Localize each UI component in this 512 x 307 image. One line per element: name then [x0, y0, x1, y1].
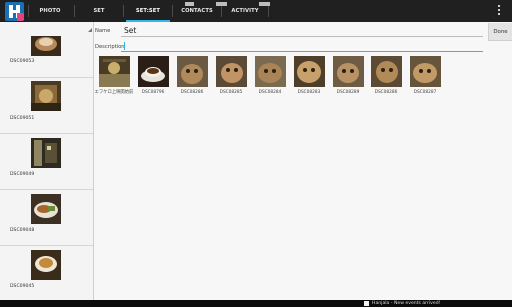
photo-tile[interactable] — [99, 56, 130, 87]
photo-caption: DSC08289 — [336, 90, 360, 95]
photo-thumbnail — [31, 36, 61, 56]
photo-thumbnail — [31, 138, 61, 168]
photo-caption: DSC08287 — [413, 90, 437, 95]
back-icon[interactable] — [185, 2, 194, 6]
photo-caption: DSC08283 — [297, 90, 321, 95]
app-window: PHOTO STREAM SET SET:SET CONTACTS ACTIVI… — [0, 0, 512, 307]
photo-list-sidebar[interactable]: DSC09053 DSC09051 DSC09049 DSC09048 DSC0… — [0, 22, 94, 300]
list-item[interactable]: DSC09048 — [0, 190, 93, 246]
photo-caption: エフケロ上映開始前 — [94, 90, 134, 95]
photo-tile[interactable] — [255, 56, 286, 87]
photo-thumbnail — [31, 250, 61, 280]
list-item-caption: DSC09045 — [10, 284, 35, 289]
tab-set-set[interactable]: SET:SET — [124, 0, 172, 22]
name-field-underline — [121, 36, 483, 37]
photo-tile[interactable] — [410, 56, 441, 87]
list-item[interactable]: DSC09049 — [0, 134, 93, 190]
photo-tile[interactable] — [216, 56, 247, 87]
done-button[interactable]: Done — [488, 23, 512, 41]
tab-set[interactable]: SET — [75, 0, 123, 22]
photo-tile[interactable] — [371, 56, 402, 87]
list-item-caption: DSC09053 — [10, 59, 35, 64]
photo-tile[interactable] — [294, 56, 325, 87]
list-item[interactable]: DSC09053 — [0, 22, 93, 78]
notification-text[interactable]: Hanjala - New events arrived! — [372, 301, 440, 306]
description-field[interactable] — [121, 51, 483, 52]
photo-caption: DSC08286 — [374, 90, 398, 95]
recent-apps-icon[interactable] — [259, 2, 270, 6]
list-item-caption: DSC09049 — [10, 172, 35, 177]
list-item-caption: DSC09048 — [10, 228, 35, 233]
name-field[interactable]: Set — [124, 26, 136, 35]
tab-photo-stream[interactable]: PHOTO STREAM — [29, 0, 71, 36]
description-field-cursor — [124, 42, 125, 50]
overflow-menu-icon[interactable] — [498, 5, 501, 17]
description-label: Description — [95, 44, 125, 50]
app-logo-icon[interactable] — [5, 2, 24, 21]
photo-thumbnail — [31, 81, 61, 111]
corner-indicator-icon — [88, 28, 92, 32]
photo-tile[interactable] — [138, 56, 169, 87]
notification-icon — [364, 301, 369, 306]
photo-tile[interactable] — [177, 56, 208, 87]
tab-contacts[interactable]: CONTACTS — [173, 0, 221, 22]
action-bar: PHOTO STREAM SET SET:SET CONTACTS ACTIVI… — [0, 0, 512, 36]
name-label: Name — [95, 28, 111, 34]
photo-thumbnail — [31, 194, 61, 224]
photo-caption: DSC08286 — [180, 90, 204, 95]
home-icon[interactable] — [216, 2, 227, 6]
list-item-caption: DSC09051 — [10, 116, 35, 121]
photo-caption: DSC08796 — [141, 90, 165, 95]
photo-caption: DSC08284 — [258, 90, 282, 95]
photo-caption: DSC08285 — [219, 90, 243, 95]
list-item[interactable]: DSC09051 — [0, 78, 93, 134]
photo-tile[interactable] — [333, 56, 364, 87]
list-item[interactable]: DSC09045 — [0, 246, 93, 300]
